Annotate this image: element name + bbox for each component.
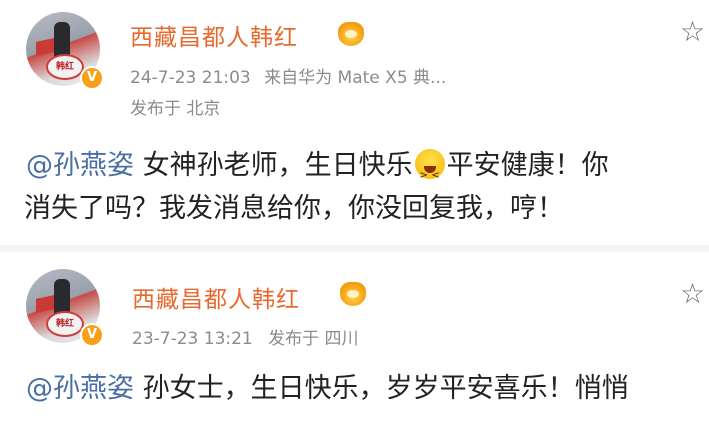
crown-icon (338, 22, 364, 46)
verified-badge-icon: V (80, 323, 104, 347)
post-text-part1: 女神孙老师，生日快乐 (134, 150, 413, 181)
post-body-line2: 消失了吗？我发消息给你，你没回复我，哼！ (24, 193, 564, 224)
post-location: 发布于 四川 (268, 329, 359, 349)
mention-link[interactable]: @孙燕姿 (26, 150, 134, 181)
weibo-post-1: 韩红 V 西藏昌都人韩红 ☆ 24-7-23 21:03 来自华为 Mate X… (0, 0, 709, 245)
post-source: 来自华为 Mate X5 典... (264, 68, 447, 88)
post-divider (0, 245, 709, 252)
username[interactable]: 西藏昌都人韩红 (132, 280, 300, 314)
star-icon[interactable]: ☆ (680, 18, 705, 46)
post-timestamp[interactable]: 23-7-23 13:21 (132, 329, 253, 349)
post-body: @孙燕姿 女神孙老师，生日快乐 平安健康！你 (26, 143, 709, 199)
post-meta-line: 23-7-23 13:21 发布于 四川 (132, 324, 359, 349)
star-icon[interactable]: ☆ (680, 280, 705, 308)
post-body: @孙燕姿 孙女士，生日快乐，岁岁平安喜乐！悄悄 (26, 366, 709, 412)
avatar-flag-shape (36, 38, 54, 56)
username[interactable]: 西藏昌都人韩红 (130, 18, 298, 52)
post-text-part2: 平安健康！你 (446, 150, 609, 181)
grinning-squint-emoji-icon (414, 149, 445, 199)
post-meta-line: 24-7-23 21:03 来自华为 Mate X5 典... (130, 63, 446, 88)
post-text: 孙女士，生日快乐，岁岁平安喜乐！悄悄 (134, 373, 629, 404)
verified-badge-icon: V (80, 66, 104, 90)
avatar-stamp-text: 韩红 (46, 54, 84, 80)
crown-icon (340, 282, 366, 306)
post-timestamp[interactable]: 24-7-23 21:03 (130, 68, 251, 88)
avatar-stamp-text: 韩红 (46, 311, 84, 337)
mention-link[interactable]: @孙燕姿 (26, 373, 134, 404)
avatar-flag-shape (36, 295, 54, 313)
post-location: 发布于 北京 (130, 99, 221, 119)
weibo-post-2: 韩红 V 西藏昌都人韩红 ☆ 23-7-23 13:21 发布于 四川 @孙燕姿… (0, 252, 709, 425)
